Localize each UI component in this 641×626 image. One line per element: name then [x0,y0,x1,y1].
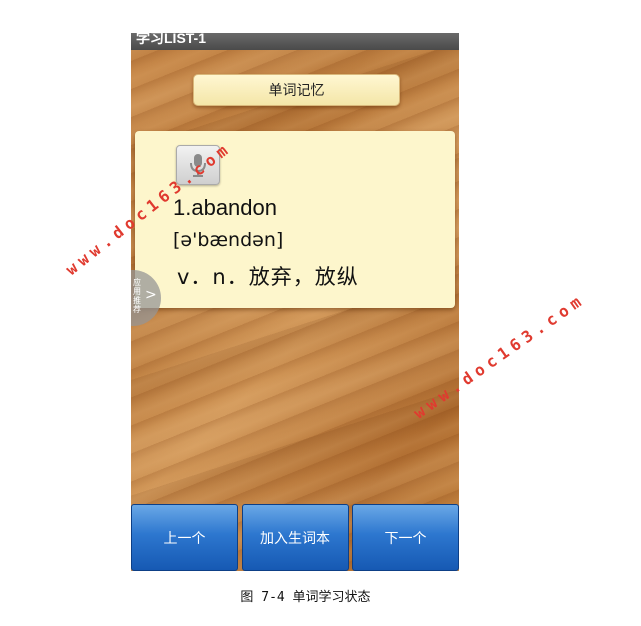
bottom-nav: 上一个 加入生词本 下一个 [131,504,459,571]
figure-caption: 图 7-4 单词学习状态 [240,590,371,605]
chevron-right-icon: > [145,287,157,303]
window-title: 学习LIST-1 [136,33,207,46]
title-bar: 学习LIST-1 [131,33,459,50]
prev-button[interactable]: 上一个 [131,504,238,571]
app-recommend-label: 应用推荐 [133,278,141,314]
app-screen: 学习LIST-1 单词记忆 1.abandon [ə'bændən] v．n．放… [131,33,459,571]
add-to-wordbook-button[interactable]: 加入生词本 [241,504,349,571]
word-card: 1.abandon [ə'bændən] v．n．放弃，放纵 [135,131,455,308]
mode-label: 单词记忆 [193,74,400,106]
next-button[interactable]: 下一个 [352,504,459,571]
meaning-text: v．n．放弃，放纵 [177,265,359,289]
word-text: 1.abandon [173,195,277,220]
phonetic-text: [ə'bændən] [173,229,284,251]
